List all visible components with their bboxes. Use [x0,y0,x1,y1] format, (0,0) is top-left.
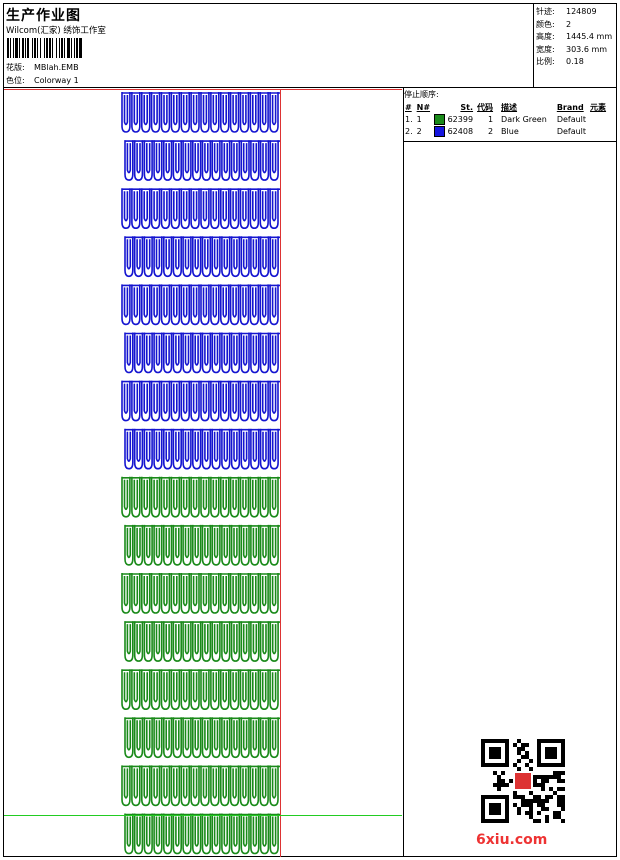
table-header: # N# St. 代码 描述 Brand 元素 [403,101,608,113]
right-guide-line [280,89,281,857]
col-needle: N# [416,102,431,112]
color-swatch [434,113,446,125]
top-guide-line [4,89,402,90]
design-file-row: 花版: MBlah.EMB [6,62,79,73]
embroidery-row [121,573,280,614]
qr-code [481,739,565,823]
embroidery-row [124,332,280,374]
col-element: 元素 [590,102,607,112]
embroidery-row [121,476,280,518]
stop-sequence-table: # N# St. 代码 描述 Brand 元素 1. 1 62399 1 Dar… [403,101,608,137]
embroidery-row [121,380,280,422]
software-subtitle: Wilcom(汇家) 绣饰工作室 [6,26,106,36]
colorway-value: Colorway 1 [34,76,79,85]
barcode [7,38,117,58]
table-row: 2. 2 62408 2 Blue Default [405,125,587,137]
stat-height: 高度: 1445.4 mm [536,32,613,41]
col-description: 描述 [501,102,518,112]
table-row: 1. 1 62399 1 Dark Green Default [405,113,587,125]
embroidery-row [124,717,280,759]
stat-width: 宽度: 303.6 mm [536,44,608,54]
design-stats: 针迹: 124809 颜色: 2 高度: 1445.4 mm 宽度: 303.6 mm … [536,6,612,69]
stat-scale: 比例: 0.18 [536,57,584,66]
stop-table-divider [404,141,617,142]
stat-stitches: 针迹: 124809 [536,7,597,16]
col-code: 代码 [477,102,494,112]
embroidery-row [121,188,280,230]
embroidery-row [121,92,280,133]
color-swatch [434,125,446,137]
stop-sequence-title: 停止顺序: [404,90,439,99]
embroidery-row [124,428,280,470]
stat-colors: 颜色: 2 [536,19,572,29]
design-preview [4,90,404,856]
design-file-value: MBlah.EMB [34,63,79,72]
bottom-guide-line [4,815,402,816]
embroidery-design [121,92,280,855]
col-stitches: St. [460,102,474,112]
embroidery-row [124,813,280,855]
colorway-label: 色位: [6,76,25,85]
header-divider [3,87,617,88]
stats-divider [533,3,534,88]
embroidery-row [124,524,280,566]
colorway-row: 色位: Colorway 1 [6,75,79,86]
embroidery-row [121,669,280,711]
watermark-logo: 6xiu.com [476,832,548,848]
design-label: 花版: [6,63,25,72]
page-title: 生产作业图 [6,8,81,24]
embroidery-row [121,284,280,326]
embroidery-row [124,236,280,278]
embroidery-row [121,765,280,807]
embroidery-row [124,140,280,181]
col-num: # [405,102,412,112]
embroidery-row [124,621,280,662]
col-brand: Brand [556,102,584,112]
